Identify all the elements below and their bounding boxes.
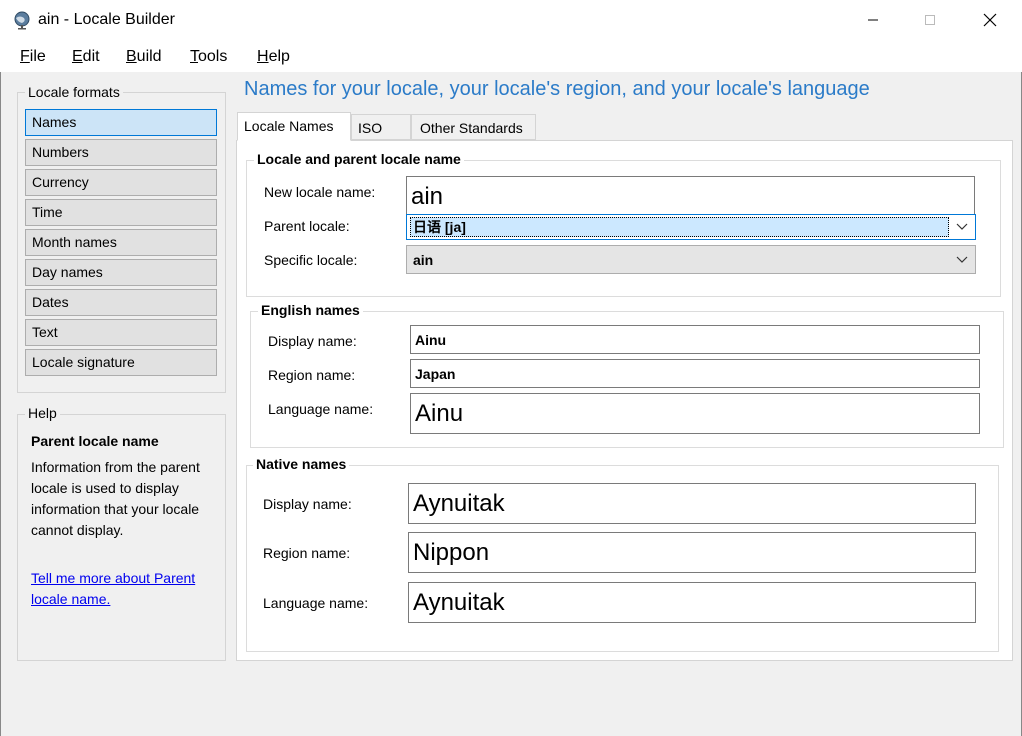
menu-build[interactable]: Build [126, 48, 162, 66]
format-numbers-button[interactable]: Numbers [25, 139, 217, 166]
format-names-button[interactable]: Names [25, 109, 217, 136]
new-locale-input[interactable]: ain [406, 176, 975, 218]
maximize-button[interactable] [900, 0, 960, 42]
format-locale-signature-button[interactable]: Locale signature [25, 349, 217, 376]
globe-icon [12, 10, 32, 30]
locale-formats-title: Locale formats [25, 84, 123, 100]
minimize-button[interactable] [843, 0, 903, 42]
maximize-icon [924, 13, 936, 29]
format-month-names-button[interactable]: Month names [25, 229, 217, 256]
tab-other-standards[interactable]: Other Standards [411, 114, 536, 140]
title-bar: ain - Locale Builder [0, 0, 1022, 42]
minimize-icon [867, 13, 879, 29]
help-link[interactable]: Tell me more about Parent locale name. [31, 568, 211, 610]
format-time-button[interactable]: Time [25, 199, 217, 226]
specific-locale-select[interactable]: ain [406, 245, 976, 274]
format-text-button[interactable]: Text [25, 319, 217, 346]
native-display-label: Display name: [263, 496, 352, 512]
english-language-label: Language name: [268, 401, 374, 417]
native-language-label: Language name: [263, 595, 369, 611]
menu-edit[interactable]: Edit [72, 48, 100, 66]
locale-parent-title: Locale and parent locale name [254, 151, 464, 167]
window-title: ain - Locale Builder [38, 11, 175, 28]
native-display-input[interactable]: Aynuitak [408, 483, 976, 524]
english-region-input[interactable]: Japan [410, 359, 980, 388]
english-language-input[interactable]: Ainu [410, 393, 980, 434]
format-dates-button[interactable]: Dates [25, 289, 217, 316]
native-names-title: Native names [253, 456, 350, 472]
english-names-title: English names [258, 302, 363, 318]
focus-highlight [410, 217, 949, 237]
specific-locale-label: Specific locale: [264, 252, 358, 268]
english-display-input[interactable]: Ainu [410, 325, 980, 354]
format-day-names-button[interactable]: Day names [25, 259, 217, 286]
native-language-input[interactable]: Aynuitak [408, 582, 976, 623]
native-region-label: Region name: [263, 545, 351, 561]
help-body: Information from the parent locale is us… [31, 459, 200, 538]
menu-file[interactable]: File [20, 48, 46, 66]
help-heading: Parent locale name [31, 433, 159, 449]
chevron-down-icon [951, 215, 973, 239]
help-title: Help [25, 405, 60, 421]
tab-iso[interactable]: ISO [351, 114, 411, 140]
close-icon [983, 13, 997, 30]
format-currency-button[interactable]: Currency [25, 169, 217, 196]
chevron-down-icon [951, 246, 973, 273]
menu-help[interactable]: Help [257, 48, 290, 66]
menu-bar: File Edit Build Tools Help [0, 42, 1022, 72]
tab-locale-names[interactable]: Locale Names [237, 112, 351, 141]
new-locale-label: New locale name: [264, 184, 376, 200]
page-heading: Names for your locale, your locale's reg… [244, 78, 870, 100]
parent-locale-label: Parent locale: [264, 218, 350, 234]
menu-tools[interactable]: Tools [190, 48, 227, 66]
close-button[interactable] [960, 0, 1020, 42]
native-region-input[interactable]: Nippon [408, 532, 976, 573]
parent-locale-select[interactable]: 日语 [ja] [406, 214, 976, 240]
english-display-label: Display name: [268, 333, 357, 349]
english-region-label: Region name: [268, 367, 356, 383]
